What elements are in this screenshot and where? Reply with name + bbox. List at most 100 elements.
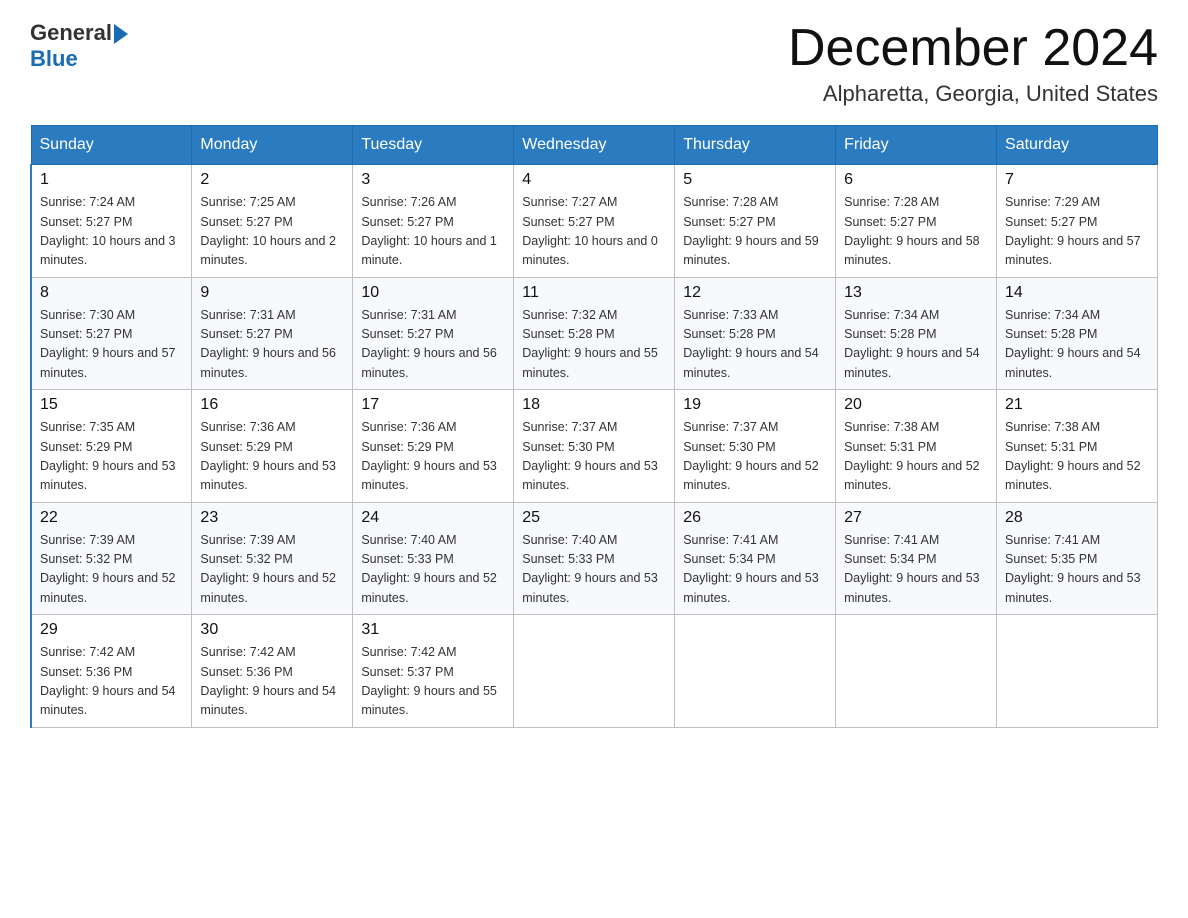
col-header-tuesday: Tuesday	[353, 126, 514, 165]
calendar-table: SundayMondayTuesdayWednesdayThursdayFrid…	[30, 125, 1158, 728]
day-number: 1	[40, 171, 183, 189]
day-number: 19	[683, 396, 827, 414]
day-cell: 17 Sunrise: 7:36 AMSunset: 5:29 PMDayligh…	[353, 390, 514, 503]
day-cell: 12Sunrise: 7:33 AMSunset: 5:28 PMDayligh…	[675, 277, 836, 390]
logo-arrow-icon	[114, 24, 128, 44]
day-cell	[997, 615, 1158, 728]
col-header-saturday: Saturday	[997, 126, 1158, 165]
day-cell: 13Sunrise: 7:34 AMSunset: 5:28 PMDayligh…	[836, 277, 997, 390]
day-info: Sunrise: 7:24 AMSunset: 5:27 PMDaylight:…	[40, 193, 183, 271]
day-cell: 4 Sunrise: 7:27 AMSunset: 5:27 PMDaylight…	[514, 165, 675, 278]
day-cell: 9 Sunrise: 7:31 AMSunset: 5:27 PMDaylight…	[192, 277, 353, 390]
day-number: 27	[844, 509, 988, 527]
week-row-1: 1 Sunrise: 7:24 AMSunset: 5:27 PMDaylight…	[31, 165, 1158, 278]
day-info: Sunrise: 7:27 AMSunset: 5:27 PMDaylight:…	[522, 193, 666, 271]
day-cell: 11Sunrise: 7:32 AMSunset: 5:28 PMDayligh…	[514, 277, 675, 390]
col-header-sunday: Sunday	[31, 126, 192, 165]
day-number: 21	[1005, 396, 1149, 414]
day-info: Sunrise: 7:40 AMSunset: 5:33 PMDaylight:…	[522, 531, 666, 609]
day-number: 2	[200, 171, 344, 189]
col-header-friday: Friday	[836, 126, 997, 165]
day-info: Sunrise: 7:41 AMSunset: 5:35 PMDaylight:…	[1005, 531, 1149, 609]
day-info: Sunrise: 7:28 AMSunset: 5:27 PMDaylight:…	[683, 193, 827, 271]
day-info: Sunrise: 7:41 AMSunset: 5:34 PMDaylight:…	[683, 531, 827, 609]
day-number: 28	[1005, 509, 1149, 527]
day-number: 29	[40, 621, 183, 639]
day-number: 3	[361, 171, 505, 189]
day-number: 9	[200, 284, 344, 302]
day-cell: 7Sunrise: 7:29 AMSunset: 5:27 PMDaylight…	[997, 165, 1158, 278]
calendar-subtitle: Alpharetta, Georgia, United States	[788, 81, 1158, 107]
day-number: 13	[844, 284, 988, 302]
day-number: 20	[844, 396, 988, 414]
day-cell: 19 Sunrise: 7:37 AMSunset: 5:30 PMDayligh…	[675, 390, 836, 503]
day-cell: 10 Sunrise: 7:31 AMSunset: 5:27 PMDayligh…	[353, 277, 514, 390]
day-cell: 2 Sunrise: 7:25 AMSunset: 5:27 PMDaylight…	[192, 165, 353, 278]
day-cell: 26Sunrise: 7:41 AMSunset: 5:34 PMDayligh…	[675, 502, 836, 615]
day-cell: 25 Sunrise: 7:40 AMSunset: 5:33 PMDayligh…	[514, 502, 675, 615]
day-info: Sunrise: 7:36 AMSunset: 5:29 PMDaylight:…	[200, 418, 344, 496]
col-header-wednesday: Wednesday	[514, 126, 675, 165]
day-number: 10	[361, 284, 505, 302]
day-number: 6	[844, 171, 988, 189]
day-cell: 1 Sunrise: 7:24 AMSunset: 5:27 PMDaylight…	[31, 165, 192, 278]
week-row-3: 15 Sunrise: 7:35 AMSunset: 5:29 PMDayligh…	[31, 390, 1158, 503]
day-info: Sunrise: 7:31 AMSunset: 5:27 PMDaylight:…	[200, 306, 344, 384]
day-number: 11	[522, 284, 666, 302]
day-cell: 28 Sunrise: 7:41 AMSunset: 5:35 PMDayligh…	[997, 502, 1158, 615]
logo-blue: Blue	[30, 46, 78, 72]
day-number: 5	[683, 171, 827, 189]
day-info: Sunrise: 7:30 AMSunset: 5:27 PMDaylight:…	[40, 306, 183, 384]
day-cell: 15 Sunrise: 7:35 AMSunset: 5:29 PMDayligh…	[31, 390, 192, 503]
day-number: 14	[1005, 284, 1149, 302]
day-number: 7	[1005, 171, 1149, 189]
header-row: SundayMondayTuesdayWednesdayThursdayFrid…	[31, 126, 1158, 165]
day-info: Sunrise: 7:37 AMSunset: 5:30 PMDaylight:…	[683, 418, 827, 496]
week-row-2: 8 Sunrise: 7:30 AMSunset: 5:27 PMDaylight…	[31, 277, 1158, 390]
day-info: Sunrise: 7:38 AMSunset: 5:31 PMDaylight:…	[844, 418, 988, 496]
day-info: Sunrise: 7:26 AMSunset: 5:27 PMDaylight:…	[361, 193, 505, 271]
day-info: Sunrise: 7:38 AMSunset: 5:31 PMDaylight:…	[1005, 418, 1149, 496]
day-number: 4	[522, 171, 666, 189]
day-info: Sunrise: 7:36 AMSunset: 5:29 PMDaylight:…	[361, 418, 505, 496]
day-number: 8	[40, 284, 183, 302]
day-number: 25	[522, 509, 666, 527]
logo: General Blue	[30, 20, 128, 72]
day-cell: 5 Sunrise: 7:28 AMSunset: 5:27 PMDaylight…	[675, 165, 836, 278]
day-info: Sunrise: 7:42 AMSunset: 5:36 PMDaylight:…	[40, 643, 183, 721]
day-cell: 18 Sunrise: 7:37 AMSunset: 5:30 PMDayligh…	[514, 390, 675, 503]
day-info: Sunrise: 7:37 AMSunset: 5:30 PMDaylight:…	[522, 418, 666, 496]
day-cell: 27Sunrise: 7:41 AMSunset: 5:34 PMDayligh…	[836, 502, 997, 615]
day-cell	[836, 615, 997, 728]
day-number: 15	[40, 396, 183, 414]
day-info: Sunrise: 7:31 AMSunset: 5:27 PMDaylight:…	[361, 306, 505, 384]
day-number: 18	[522, 396, 666, 414]
day-cell: 22 Sunrise: 7:39 AMSunset: 5:32 PMDayligh…	[31, 502, 192, 615]
day-info: Sunrise: 7:34 AMSunset: 5:28 PMDaylight:…	[1005, 306, 1149, 384]
day-cell: 31 Sunrise: 7:42 AMSunset: 5:37 PMDayligh…	[353, 615, 514, 728]
day-cell	[675, 615, 836, 728]
day-info: Sunrise: 7:42 AMSunset: 5:37 PMDaylight:…	[361, 643, 505, 721]
day-number: 22	[40, 509, 183, 527]
logo-general: General	[30, 20, 112, 46]
col-header-monday: Monday	[192, 126, 353, 165]
day-info: Sunrise: 7:25 AMSunset: 5:27 PMDaylight:…	[200, 193, 344, 271]
day-number: 12	[683, 284, 827, 302]
title-block: December 2024 Alpharetta, Georgia, Unite…	[788, 20, 1158, 107]
day-cell	[514, 615, 675, 728]
day-info: Sunrise: 7:35 AMSunset: 5:29 PMDaylight:…	[40, 418, 183, 496]
day-cell: 6Sunrise: 7:28 AMSunset: 5:27 PMDaylight…	[836, 165, 997, 278]
day-cell: 16Sunrise: 7:36 AMSunset: 5:29 PMDayligh…	[192, 390, 353, 503]
day-cell: 14 Sunrise: 7:34 AMSunset: 5:28 PMDayligh…	[997, 277, 1158, 390]
day-cell: 20 Sunrise: 7:38 AMSunset: 5:31 PMDayligh…	[836, 390, 997, 503]
calendar-title: December 2024	[788, 20, 1158, 77]
day-number: 31	[361, 621, 505, 639]
day-info: Sunrise: 7:39 AMSunset: 5:32 PMDaylight:…	[40, 531, 183, 609]
day-number: 17	[361, 396, 505, 414]
col-header-thursday: Thursday	[675, 126, 836, 165]
day-info: Sunrise: 7:42 AMSunset: 5:36 PMDaylight:…	[200, 643, 344, 721]
day-number: 30	[200, 621, 344, 639]
day-cell: 3 Sunrise: 7:26 AMSunset: 5:27 PMDaylight…	[353, 165, 514, 278]
day-cell: 24Sunrise: 7:40 AMSunset: 5:33 PMDayligh…	[353, 502, 514, 615]
day-info: Sunrise: 7:39 AMSunset: 5:32 PMDaylight:…	[200, 531, 344, 609]
